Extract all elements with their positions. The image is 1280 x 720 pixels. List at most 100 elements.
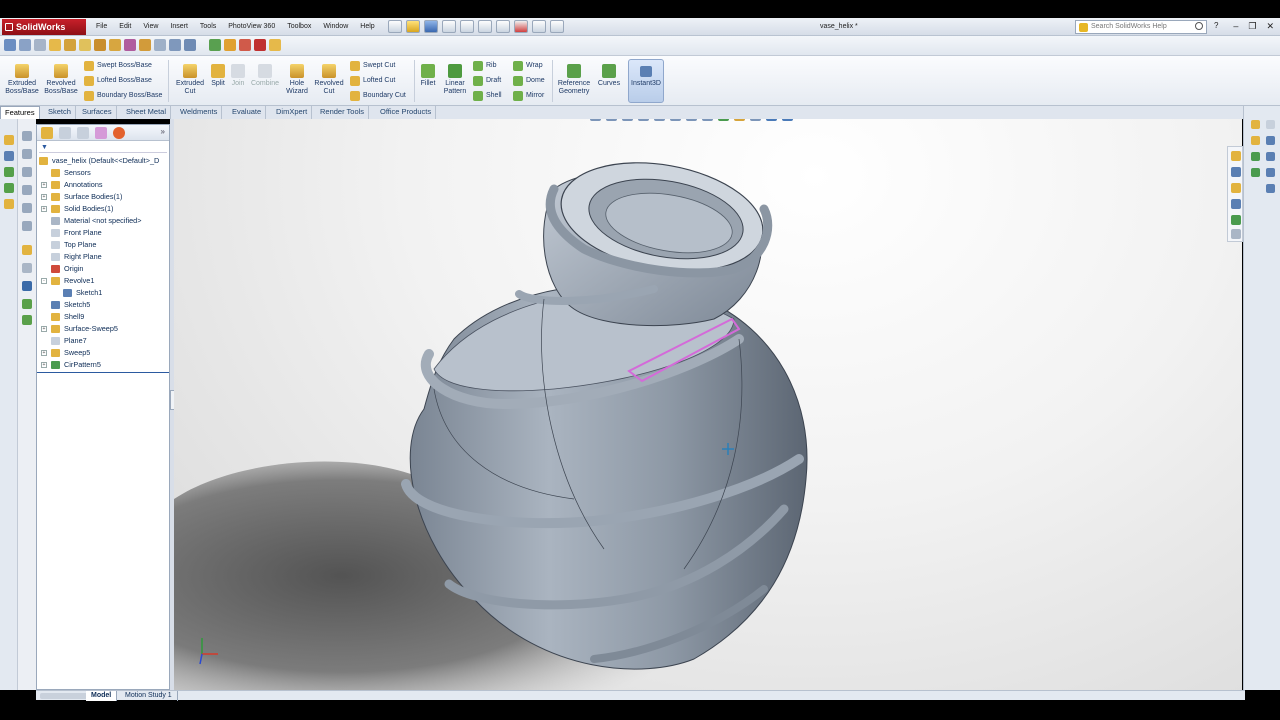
dome-button[interactable]: Dome xyxy=(513,76,545,86)
lofted-boss-button[interactable]: Lofted Boss/Base xyxy=(84,76,152,86)
mirror-entities-icon[interactable] xyxy=(124,39,136,51)
relation-icon[interactable] xyxy=(79,39,91,51)
redo-icon[interactable] xyxy=(478,20,492,33)
move-entities-icon[interactable] xyxy=(139,39,151,51)
tab-evaluate[interactable]: Evaluate xyxy=(228,106,267,119)
smart-dimension-icon[interactable] xyxy=(64,39,76,51)
linear-pattern-button[interactable]: Linear Pattern xyxy=(440,64,470,96)
menu-help[interactable]: Help xyxy=(354,21,380,33)
tree-node[interactable]: + Solid Bodies(1) xyxy=(37,203,169,215)
save-icon[interactable] xyxy=(424,20,438,33)
design-library-icon[interactable] xyxy=(1266,120,1275,129)
menu-insert[interactable]: Insert xyxy=(164,21,194,33)
tab-weldments[interactable]: Weldments xyxy=(176,106,223,119)
tree-node[interactable]: + CirPattern5 xyxy=(37,359,169,371)
menu-view[interactable]: View xyxy=(137,21,164,33)
grid-icon[interactable] xyxy=(34,39,46,51)
revolved-boss-button[interactable]: Revolved Boss/Base xyxy=(42,64,80,96)
tree-node[interactable]: + Sweep5 xyxy=(37,347,169,359)
solidworks-resources-icon[interactable] xyxy=(1251,120,1260,129)
join-button[interactable]: Join xyxy=(229,64,247,88)
expand-icon[interactable]: + xyxy=(41,326,47,332)
tree-node[interactable]: Front Plane xyxy=(37,227,169,239)
tab-render-tools[interactable]: Render Tools xyxy=(316,106,370,119)
toolbar-icon[interactable] xyxy=(1231,215,1241,225)
tab-model[interactable]: Model xyxy=(86,691,118,701)
toolbar-icon[interactable] xyxy=(22,221,32,231)
trim-icon[interactable] xyxy=(94,39,106,51)
tree-node[interactable]: vase_helix (Default<<Default>_D xyxy=(37,155,169,167)
undo-icon[interactable] xyxy=(460,20,474,33)
offset-icon[interactable] xyxy=(109,39,121,51)
tab-office-products[interactable]: Office Products xyxy=(376,106,437,119)
trim-icon[interactable] xyxy=(4,199,14,209)
toolbar-icon[interactable] xyxy=(22,299,32,309)
toolbar-icon[interactable] xyxy=(22,315,32,325)
configuration-manager-tab-icon[interactable] xyxy=(77,127,89,139)
dimxpert-manager-tab-icon[interactable] xyxy=(95,127,107,139)
tree-node[interactable]: Right Plane xyxy=(37,251,169,263)
repair-sketch-icon[interactable] xyxy=(184,39,196,51)
display-icon[interactable] xyxy=(269,39,281,51)
fillet-button[interactable]: Fillet xyxy=(418,64,438,88)
options-icon[interactable] xyxy=(550,20,564,33)
graphics-area[interactable]: – ❐ ✕ xyxy=(174,119,1242,690)
split-button[interactable]: Split xyxy=(208,64,228,88)
expand-icon[interactable]: + xyxy=(41,182,47,188)
toolbar-icon[interactable] xyxy=(22,245,32,255)
boundary-cut-button[interactable]: Boundary Cut xyxy=(350,91,406,101)
swept-boss-button[interactable]: Swept Boss/Base xyxy=(84,61,152,71)
help-icon[interactable]: ? xyxy=(1214,21,1218,30)
file-properties-icon[interactable] xyxy=(532,20,546,33)
new-document-icon[interactable] xyxy=(388,20,402,33)
chevron-right-icon[interactable]: » xyxy=(161,127,165,136)
toolbar-icon[interactable] xyxy=(1231,229,1241,239)
restore-icon[interactable]: ❐ xyxy=(1248,20,1256,32)
toolbox-icon[interactable] xyxy=(1266,168,1275,177)
rib-button[interactable]: Rib xyxy=(473,61,497,71)
linear-sketch-pattern-icon[interactable] xyxy=(154,39,166,51)
reference-geometry-button[interactable]: Reference Geometry xyxy=(556,64,592,96)
toolbar-icon[interactable] xyxy=(1231,199,1241,209)
expand-icon[interactable]: + xyxy=(41,194,47,200)
boundary-boss-button[interactable]: Boundary Boss/Base xyxy=(84,91,162,101)
tree-node[interactable]: Material <not specified> xyxy=(37,215,169,227)
view-palette-icon[interactable] xyxy=(1266,136,1275,145)
tree-node[interactable]: + Surface Bodies(1) xyxy=(37,191,169,203)
lofted-cut-button[interactable]: Lofted Cut xyxy=(350,76,395,86)
wrap-button[interactable]: Wrap xyxy=(513,61,543,71)
combine-button[interactable]: Combine xyxy=(248,64,282,88)
shaded-sketch-icon[interactable] xyxy=(239,39,251,51)
toolbar-icon[interactable] xyxy=(22,281,32,291)
instant3d-button[interactable]: Instant3D xyxy=(628,59,664,103)
instant2d-icon[interactable] xyxy=(224,39,236,51)
menu-photoview[interactable]: PhotoView 360 xyxy=(222,21,281,33)
view-orientation-icon[interactable] xyxy=(4,39,16,51)
expand-icon[interactable]: + xyxy=(41,350,47,356)
expand-icon[interactable]: + xyxy=(41,206,47,212)
tree-node[interactable]: + Annotations xyxy=(37,179,169,191)
toolbar-icon[interactable] xyxy=(22,185,32,195)
extruded-cut-button[interactable]: Extruded Cut xyxy=(172,64,208,96)
tree-node[interactable]: Sketch1 xyxy=(37,287,169,299)
extruded-boss-button[interactable]: Extruded Boss/Base xyxy=(4,64,40,96)
menu-toolbox[interactable]: Toolbox xyxy=(281,21,317,33)
toolbar-icon[interactable] xyxy=(1231,183,1241,193)
file-explorer-icon[interactable] xyxy=(1251,136,1260,145)
toolbar-icon[interactable] xyxy=(1231,151,1241,161)
tree-node[interactable]: Shell9 xyxy=(37,311,169,323)
tree-node[interactable]: Origin xyxy=(37,263,169,275)
custom-properties-icon[interactable] xyxy=(1266,152,1275,161)
toolbar-icon[interactable] xyxy=(22,203,32,213)
tree-node[interactable]: Top Plane xyxy=(37,239,169,251)
print-icon[interactable] xyxy=(442,20,456,33)
forum-icon[interactable] xyxy=(1266,184,1275,193)
tab-motion-study[interactable]: Motion Study 1 xyxy=(120,691,178,701)
open-folder-icon[interactable] xyxy=(406,20,420,33)
rapid-sketch-icon[interactable] xyxy=(209,39,221,51)
toolbar-icon[interactable] xyxy=(22,131,32,141)
tab-features[interactable]: Features xyxy=(0,106,40,119)
close-icon[interactable]: ✕ xyxy=(1266,20,1274,32)
revolved-cut-button[interactable]: Revolved Cut xyxy=(312,64,346,96)
tree-node[interactable]: Sensors xyxy=(37,167,169,179)
